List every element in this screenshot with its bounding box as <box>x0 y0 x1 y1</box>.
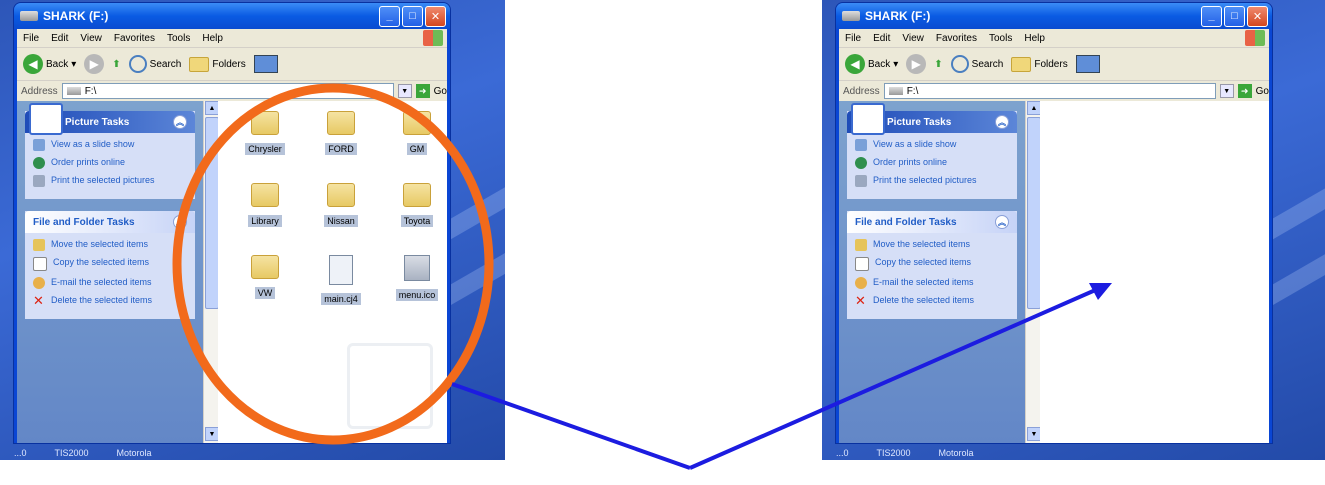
annotation-overlay <box>172 83 1112 470</box>
arrow-line-left <box>451 382 691 470</box>
arrow-line-right <box>689 286 1101 470</box>
highlight-circle <box>172 83 494 445</box>
